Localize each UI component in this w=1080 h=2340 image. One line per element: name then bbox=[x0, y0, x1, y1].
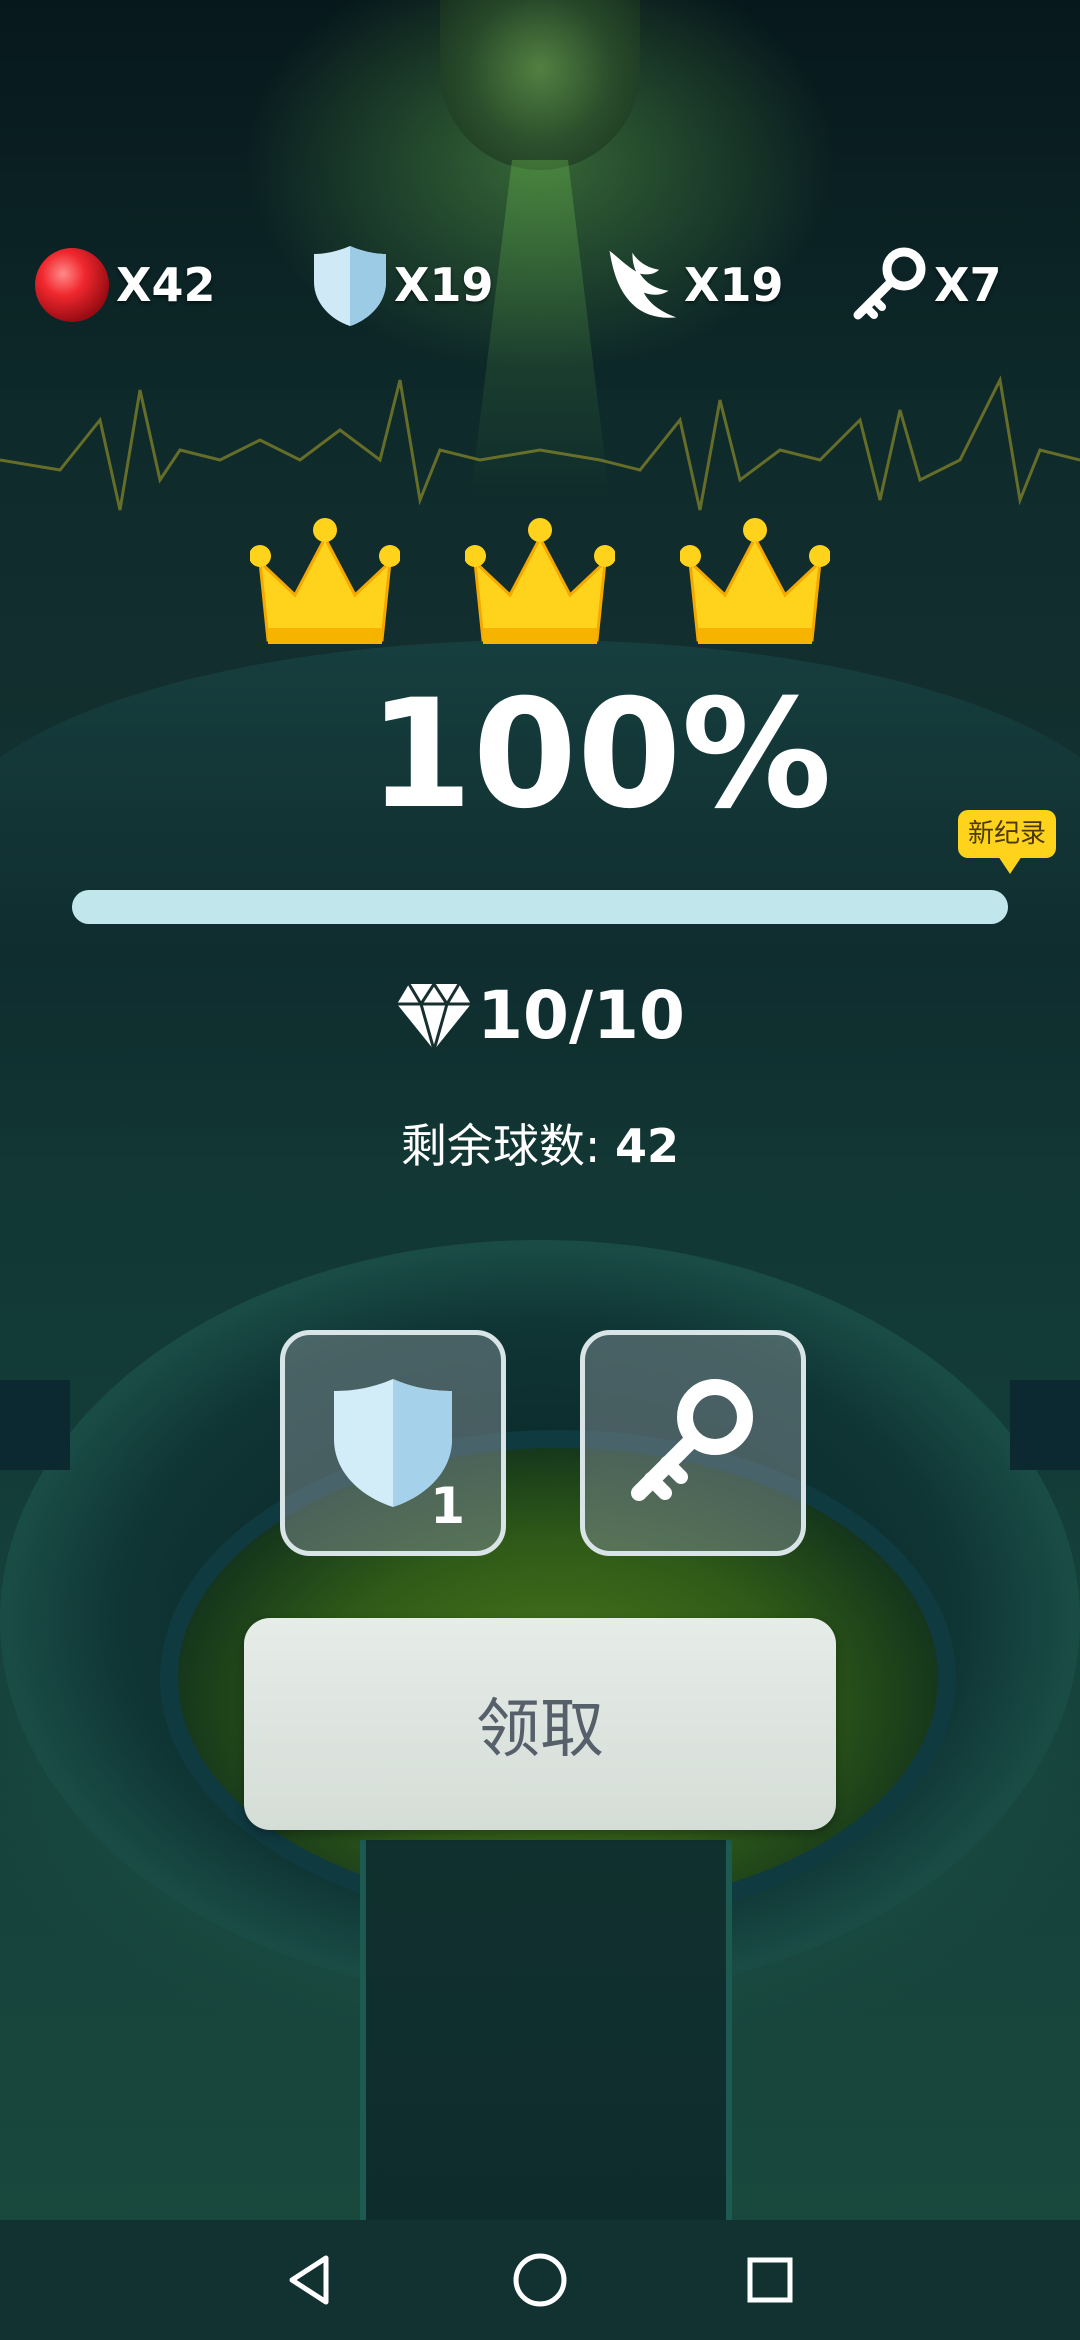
system-navigation-bar bbox=[0, 2220, 1080, 2340]
background-pillar-right bbox=[1010, 1380, 1080, 1470]
shield-powerup-count: 1 bbox=[430, 1477, 465, 1535]
wing-icon bbox=[600, 245, 680, 325]
back-triangle-icon bbox=[289, 2255, 329, 2305]
crown-icon bbox=[250, 518, 400, 644]
shield-powerup-button[interactable]: 1 bbox=[280, 1330, 506, 1556]
red-ball-icon bbox=[32, 245, 112, 325]
remaining-balls-label: 剩余球数: bbox=[400, 1119, 601, 1173]
remaining-balls-value: 42 bbox=[615, 1119, 680, 1173]
remaining-balls: 剩余球数: 42 bbox=[0, 1110, 1080, 1176]
level-progress-bar bbox=[72, 890, 1008, 924]
shield-icon bbox=[310, 245, 390, 326]
resource-shields: X19 bbox=[310, 240, 493, 330]
back-button[interactable] bbox=[270, 2240, 350, 2320]
background-pillar-left bbox=[0, 1380, 70, 1470]
recent-square-icon bbox=[747, 2257, 793, 2303]
new-record-label: 新纪录 bbox=[958, 810, 1056, 858]
claim-button[interactable]: 领取 bbox=[244, 1618, 836, 1830]
completion-percent: 100% bbox=[0, 670, 1080, 840]
game-result-screen: X42 X19 X19 X7 100% 新纪录 10/10 剩余球数: 42 1… bbox=[0, 0, 1080, 2340]
key-icon bbox=[631, 1379, 753, 1501]
completion-percent-value: 100% bbox=[368, 668, 832, 842]
key-powerup-button[interactable] bbox=[580, 1330, 806, 1556]
resource-keys-count: X7 bbox=[934, 258, 1002, 312]
background-glow-sphere bbox=[440, 0, 640, 170]
resource-wings: X19 bbox=[600, 240, 783, 330]
crown-icon bbox=[465, 518, 615, 644]
resource-wings-count: X19 bbox=[684, 258, 784, 312]
resource-shields-count: X19 bbox=[394, 258, 494, 312]
key-icon bbox=[850, 245, 930, 325]
resource-balls: X42 bbox=[32, 240, 215, 330]
new-record-badge: 新纪录 bbox=[958, 810, 1056, 880]
resource-balls-count: X42 bbox=[116, 258, 216, 312]
home-button[interactable] bbox=[500, 2240, 580, 2320]
gems-collected: 10/10 bbox=[0, 970, 1080, 1060]
star-rating-crowns bbox=[250, 510, 830, 660]
new-record-pointer bbox=[998, 856, 1022, 874]
level-progress-fill bbox=[72, 890, 1008, 924]
recent-apps-button[interactable] bbox=[730, 2240, 810, 2320]
diamond-icon bbox=[397, 981, 472, 1051]
gems-count: 10/10 bbox=[477, 976, 685, 1054]
home-circle-icon bbox=[513, 2253, 567, 2307]
resource-keys: X7 bbox=[850, 240, 1001, 330]
crown-icon bbox=[680, 518, 830, 644]
